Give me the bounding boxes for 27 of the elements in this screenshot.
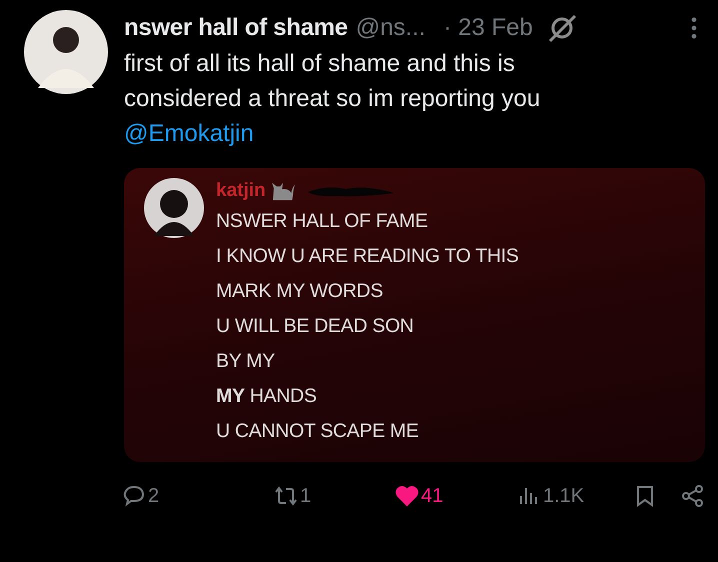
speech-bubble-icon [122, 484, 146, 508]
username: katjin [216, 180, 266, 202]
message-line: U WILL BE DEAD SON [216, 314, 415, 339]
avatar [144, 178, 204, 238]
message-line: NSWER HALL OF FAME [216, 209, 429, 234]
reply-button[interactable]: 2 [122, 484, 274, 508]
avatar[interactable] [24, 10, 108, 94]
heart-icon [395, 484, 419, 508]
display-name[interactable]: nswer hall of shame [124, 14, 348, 42]
views-button[interactable]: 1.1K [517, 484, 627, 508]
post-time[interactable]: · 23 Feb [443, 14, 533, 42]
message-line: I KNOW U ARE READING TO THIS [216, 244, 519, 269]
repost-icon [274, 484, 298, 508]
share-icon[interactable] [681, 484, 705, 508]
post-text: first of all its hall of shame and this is considered a threat so im reporting you [124, 49, 542, 114]
mention-link[interactable]: @Emokatjin [124, 120, 254, 147]
message-line: MARK MY WORDS [216, 279, 384, 304]
repost-button[interactable]: 1 [274, 484, 395, 508]
message-line: BY MY [216, 349, 276, 374]
user-handle[interactable]: @ns... [356, 14, 426, 42]
cat-icon [270, 180, 296, 202]
message-line: MY HANDS [216, 384, 318, 409]
slashed-circle-icon[interactable] [546, 13, 577, 43]
more-icon[interactable] [691, 17, 697, 39]
embedded-screenshot[interactable]: katjin NSWER HALL OF FAME I KNOW U ARE READING TO THIS MARK MY WORDS U WILL BE DEAD SON BY MY MY HANDS U CANNOT SCAPE ME [124, 168, 705, 462]
like-button[interactable]: 41 [395, 484, 517, 508]
message-line: U CANNOT SCAPE ME [216, 419, 420, 444]
